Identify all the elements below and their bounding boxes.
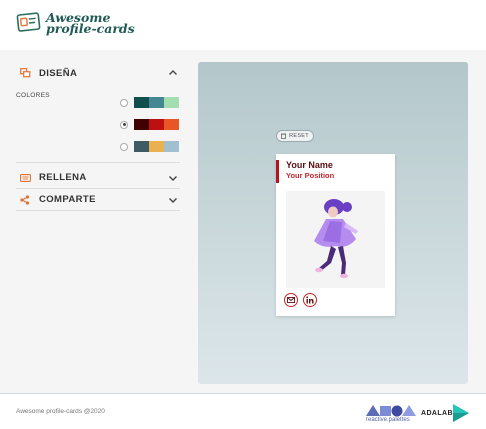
design-section-divider [16,162,180,163]
palette-2-swatch-1 [134,119,149,130]
palette-3-swatch-3 [164,141,179,152]
main-area: DISEÑA COLORES RELLENA COMPARTE RESET Yo… [0,50,486,393]
palette-1-swatch-2 [149,97,164,108]
palette-3-swatch-1 [134,141,149,152]
linkedin-icon[interactable] [303,293,317,307]
palette-option-3[interactable] [120,141,179,152]
profile-card: Your Name Your Position [276,154,395,316]
page-header: Awesome profile-cards [0,0,486,50]
adalab-play-icon [452,404,469,422]
design-section-body: COLORES [16,84,180,162]
reset-label: RESET [289,133,309,139]
share-section-header[interactable]: COMPARTE [16,189,180,211]
reactive-palettes-text: reactive.palettes [366,417,410,423]
share-icon [19,194,31,206]
palette-radio-3[interactable] [120,142,128,151]
adalab-text: ADALAB [421,409,453,417]
palette-radio-2[interactable] [120,120,128,129]
palette-2-swatch-3 [164,119,179,130]
page-footer: Awesome profile-cards @2020 reactive.pal… [0,393,486,429]
reset-button[interactable]: RESET [276,130,314,142]
reactive-palettes-logo[interactable]: reactive.palettes [366,403,416,425]
adalab-logo[interactable]: ADALAB [421,404,469,422]
card-position: Your Position [286,171,335,180]
app-logo[interactable]: Awesome profile-cards [16,10,135,36]
palette-3-swatch-2 [149,141,164,152]
palette-2-swatch-2 [149,119,164,130]
card-social-links [284,293,317,307]
card-preview-area: RESET Your Name Your Position [198,62,468,384]
colors-label: COLORES [16,92,50,99]
design-section-title: DISEÑA [39,67,78,79]
share-section-title: COMPARTE [39,194,96,205]
chevron-up-icon[interactable] [168,68,178,78]
chevron-down-icon[interactable] [168,173,178,183]
person-illustration [314,199,358,279]
palette-1-swatch-3 [164,97,179,108]
design-section-header[interactable]: DISEÑA [16,62,180,84]
chevron-down-icon[interactable] [168,195,178,205]
palette-option-2[interactable] [120,119,179,130]
layers-icon [19,67,31,79]
palette-option-1[interactable] [120,97,179,108]
shapes-icon [366,405,416,417]
trash-icon [281,133,287,139]
copyright-text: Awesome profile-cards @2020 [16,408,105,415]
palette-radio-1[interactable] [120,98,128,107]
logo-text-line2: profile-cards [46,21,135,36]
card-name: Your Name [286,160,333,170]
editor-panel: DISEÑA COLORES RELLENA COMPARTE [16,62,180,211]
fill-section-title: RELLENA [39,172,87,183]
fill-section-header[interactable]: RELLENA [16,167,180,189]
profile-card-icon [16,12,41,32]
palette-1-swatch-1 [134,97,149,108]
email-icon[interactable] [284,293,298,307]
card-header: Your Name Your Position [276,160,334,183]
profile-image [286,191,385,288]
keyboard-icon [19,172,31,184]
